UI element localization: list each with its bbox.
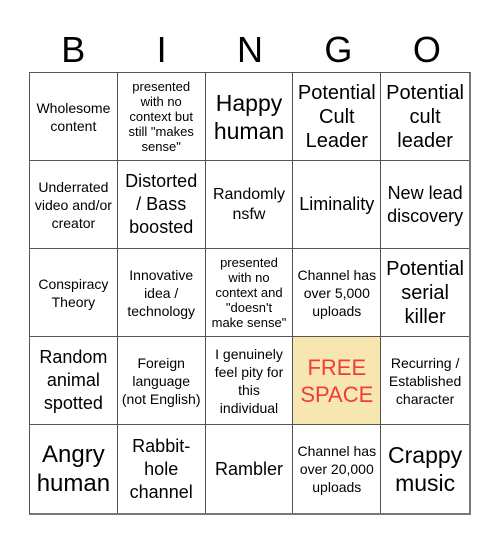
bingo-card-grid: Wholesome content presented with no cont… bbox=[29, 72, 471, 515]
cell-text: Liminality bbox=[299, 194, 375, 214]
cell-text: Foreign language (not English) bbox=[121, 354, 201, 407]
cell-text: Potential cult leader bbox=[386, 81, 465, 152]
cell-text: presented with no context and "doesn't m… bbox=[211, 255, 287, 330]
cell-text: Underrated video and/or creator bbox=[34, 178, 112, 231]
bingo-cell-r1c2[interactable]: presented with no context but still "mak… bbox=[117, 73, 206, 161]
cell-text: Distorted / Bass boosted bbox=[125, 171, 198, 237]
cell-text: Crappy music bbox=[388, 442, 463, 496]
bingo-cell-r5c3[interactable]: Rambler bbox=[205, 425, 294, 513]
free-space-cell[interactable]: FREE SPACE bbox=[293, 337, 382, 425]
cell-text: Recurring / Established character bbox=[388, 354, 462, 407]
bingo-cell-r2c3[interactable]: Randomly nsfw bbox=[205, 161, 294, 249]
bingo-cell-r4c2[interactable]: Foreign language (not English) bbox=[117, 337, 206, 425]
cell-text: Potential serial killer bbox=[386, 257, 465, 328]
bingo-cell-r5c1[interactable]: Angry human bbox=[30, 425, 118, 513]
cell-text: Rambler bbox=[214, 458, 283, 479]
bingo-cell-r2c2[interactable]: Distorted / Bass boosted bbox=[117, 161, 206, 249]
cell-text: I genuinely feel pity for this individua… bbox=[214, 345, 284, 416]
bingo-header: B I N G O bbox=[29, 28, 471, 72]
cell-text: Innovative idea / technology bbox=[127, 266, 196, 319]
cell-text: Channel has over 5,000 uploads bbox=[297, 266, 377, 319]
bingo-cell-r1c1[interactable]: Wholesome content bbox=[30, 73, 118, 161]
free-space-text: FREE SPACE bbox=[300, 354, 374, 407]
bingo-cell-r1c5[interactable]: Potential cult leader bbox=[381, 73, 469, 161]
header-letter-b: B bbox=[61, 29, 86, 70]
bingo-cell-r2c1[interactable]: Underrated video and/or creator bbox=[30, 161, 118, 249]
cell-text: Conspiracy Theory bbox=[38, 275, 109, 310]
cell-text: Wholesome content bbox=[36, 99, 111, 134]
cell-text: Channel has over 20,000 uploads bbox=[297, 443, 377, 495]
bingo-cell-r4c1[interactable]: Random animal spotted bbox=[30, 337, 118, 425]
bingo-cell-r3c3[interactable]: presented with no context and "doesn't m… bbox=[205, 249, 294, 337]
cell-text: Happy human bbox=[213, 89, 285, 144]
cell-text: presented with no context but still "mak… bbox=[128, 79, 194, 154]
cell-text: Potential Cult Leader bbox=[297, 81, 376, 152]
bingo-cell-r3c4[interactable]: Channel has over 5,000 uploads bbox=[293, 249, 382, 337]
header-letter-g: G bbox=[324, 29, 353, 70]
bingo-cell-r1c3[interactable]: Happy human bbox=[205, 73, 294, 161]
bingo-cell-r5c5[interactable]: Crappy music bbox=[381, 425, 469, 513]
header-letter-n: N bbox=[237, 29, 264, 70]
header-letter-o: O bbox=[412, 29, 441, 70]
bingo-cell-r2c5[interactable]: New lead discovery bbox=[381, 161, 469, 249]
cell-text: Angry human bbox=[36, 441, 111, 497]
bingo-cell-r3c1[interactable]: Conspiracy Theory bbox=[30, 249, 118, 337]
cell-text: Randomly nsfw bbox=[212, 185, 285, 223]
cell-text: New lead discovery bbox=[387, 182, 464, 226]
bingo-cell-r2c4[interactable]: Liminality bbox=[293, 161, 382, 249]
header-letter-i: I bbox=[156, 29, 167, 70]
bingo-cell-r3c2[interactable]: Innovative idea / technology bbox=[117, 249, 206, 337]
bingo-cell-r4c3[interactable]: I genuinely feel pity for this individua… bbox=[205, 337, 294, 425]
cell-text: Rabbit-hole channel bbox=[129, 435, 193, 502]
bingo-cell-r3c5[interactable]: Potential serial killer bbox=[381, 249, 469, 337]
cell-text: Random animal spotted bbox=[39, 347, 108, 413]
bingo-cell-r5c4[interactable]: Channel has over 20,000 uploads bbox=[293, 425, 382, 513]
bingo-cell-r4c5[interactable]: Recurring / Established character bbox=[381, 337, 469, 425]
bingo-cell-r5c2[interactable]: Rabbit-hole channel bbox=[117, 425, 206, 513]
bingo-cell-r1c4[interactable]: Potential Cult Leader bbox=[293, 73, 382, 161]
